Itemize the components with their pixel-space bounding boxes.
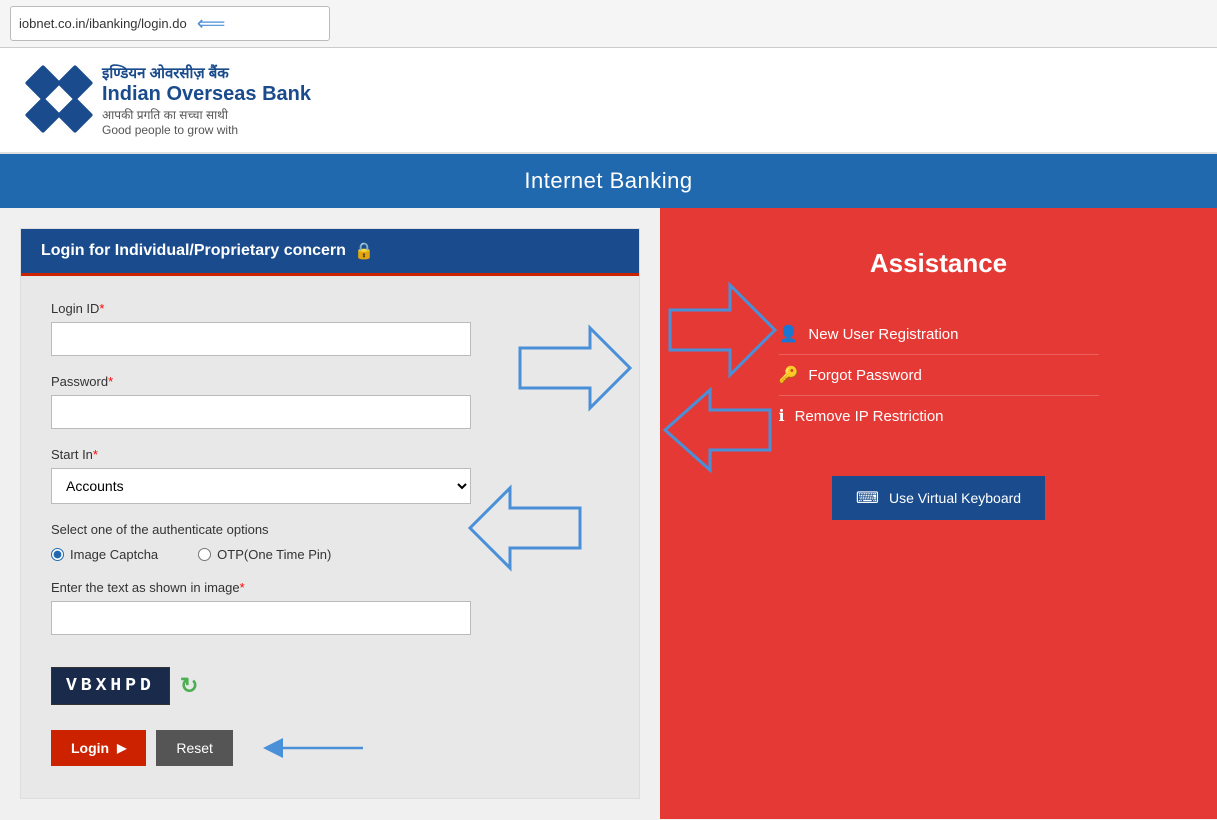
otp-option[interactable]: OTP(One Time Pin) xyxy=(198,547,331,562)
user-icon: 👤 xyxy=(779,324,799,344)
url-text: iobnet.co.in/ibanking/login.do xyxy=(19,16,187,31)
forgot-password-link[interactable]: 🔑 Forgot Password xyxy=(779,355,1099,396)
assistance-section: Assistance 👤 New User Registration 🔑 For… xyxy=(660,208,1217,819)
captcha-input-label: Enter the text as shown in image* xyxy=(51,580,609,595)
radio-group: Image Captcha OTP(One Time Pin) xyxy=(51,547,609,562)
login-id-group: Login ID* xyxy=(51,301,609,356)
assistance-links: 👤 New User Registration 🔑 Forgot Passwor… xyxy=(779,314,1099,436)
login-panel: Login for Individual/Proprietary concern… xyxy=(20,228,640,799)
bank-logo: इण्डियन ओवरसीज़ बैंक Indian Overseas Ban… xyxy=(30,63,311,137)
start-in-label: Start In* xyxy=(51,447,609,462)
password-group: Password* xyxy=(51,374,609,429)
password-label: Password* xyxy=(51,374,609,389)
reset-button[interactable]: Reset xyxy=(156,730,233,766)
bank-text: इण्डियन ओवरसीज़ बैंक Indian Overseas Ban… xyxy=(102,63,311,137)
login-panel-header: Login for Individual/Proprietary concern… xyxy=(21,229,639,276)
login-button[interactable]: Login xyxy=(51,730,146,766)
forgot-password-label: Forgot Password xyxy=(808,367,921,384)
remove-ip-restriction-link[interactable]: ℹ Remove IP Restriction xyxy=(779,396,1099,436)
virtual-keyboard-button[interactable]: ⌨ Use Virtual Keyboard xyxy=(832,476,1045,520)
login-section: Login for Individual/Proprietary concern… xyxy=(0,208,660,819)
bank-tagline-hindi: आपकी प्रगति का सच्चा साथी xyxy=(102,106,311,123)
lock-icon: 🔒 xyxy=(354,241,374,261)
key-icon: 🔑 xyxy=(779,365,799,385)
auth-options-group: Select one of the authenticate options I… xyxy=(51,522,609,562)
start-in-group: Start In* Accounts Payments Cards Deposi… xyxy=(51,447,609,504)
virtual-keyboard-label: Use Virtual Keyboard xyxy=(889,490,1021,506)
diamond-3 xyxy=(25,97,62,134)
captcha-text-input[interactable] xyxy=(51,601,471,635)
new-user-registration-link[interactable]: 👤 New User Registration xyxy=(779,314,1099,355)
login-id-label: Login ID* xyxy=(51,301,609,316)
bottom-arrow-decoration xyxy=(253,723,373,773)
captcha-refresh-icon[interactable]: ↻ xyxy=(180,673,198,699)
keyboard-icon: ⌨ xyxy=(856,488,879,508)
url-bar[interactable]: iobnet.co.in/ibanking/login.do ⟸ xyxy=(10,6,330,41)
browser-bar: iobnet.co.in/ibanking/login.do ⟸ xyxy=(0,0,1217,48)
diamond-1 xyxy=(25,65,62,102)
logo-diamonds xyxy=(30,70,90,130)
assist-arrows-decoration xyxy=(660,230,780,530)
login-id-input[interactable] xyxy=(51,322,471,356)
password-input[interactable] xyxy=(51,395,471,429)
banner-title: Internet Banking xyxy=(524,168,692,193)
bank-header: इण्डियन ओवरसीज़ बैंक Indian Overseas Ban… xyxy=(0,48,1217,154)
new-user-registration-label: New User Registration xyxy=(808,326,958,343)
login-panel-body: Login ID* Password* Start In* xyxy=(21,276,639,798)
diamond-2 xyxy=(57,65,94,102)
auth-options-label: Select one of the authenticate options xyxy=(51,522,609,537)
image-captcha-radio[interactable] xyxy=(51,548,64,561)
bank-name-hindi: इण्डियन ओवरसीज़ बैंक xyxy=(102,63,311,83)
captcha-input-group: Enter the text as shown in image* xyxy=(51,580,609,649)
login-panel-title: Login for Individual/Proprietary concern xyxy=(41,242,346,260)
image-captcha-option[interactable]: Image Captcha xyxy=(51,547,158,562)
button-row: Login Reset xyxy=(51,723,609,773)
diamond-4 xyxy=(57,97,94,134)
internet-banking-banner: Internet Banking xyxy=(0,154,1217,208)
start-in-select[interactable]: Accounts Payments Cards Deposits Loans xyxy=(51,468,471,504)
main-content: Login for Individual/Proprietary concern… xyxy=(0,208,1217,819)
otp-radio[interactable] xyxy=(198,548,211,561)
bank-name-english: Indian Overseas Bank xyxy=(102,83,311,106)
otp-label: OTP(One Time Pin) xyxy=(217,547,331,562)
reset-button-label: Reset xyxy=(176,740,213,756)
image-captcha-label: Image Captcha xyxy=(70,547,158,562)
captcha-image: VBXHPD xyxy=(51,667,170,705)
bank-tagline-english: Good people to grow with xyxy=(102,123,311,137)
remove-ip-restriction-label: Remove IP Restriction xyxy=(795,408,944,425)
login-button-label: Login xyxy=(71,740,109,756)
assistance-title: Assistance xyxy=(870,248,1007,279)
browser-arrow-icon: ⟸ xyxy=(197,11,226,36)
captcha-display: VBXHPD ↻ xyxy=(51,667,609,705)
